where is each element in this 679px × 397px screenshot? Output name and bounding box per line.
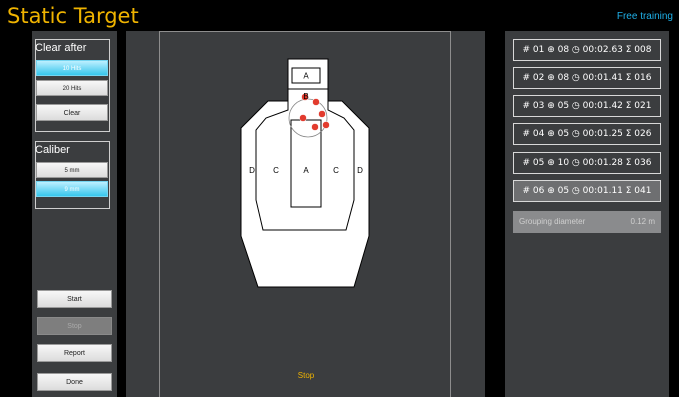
grouping-diameter-box: Grouping diameter 0.12 m — [513, 211, 661, 233]
silhouette-target[interactable]: A B A C C D D — [160, 32, 452, 372]
clear-after-20-hits-button[interactable]: 20 Hits — [36, 80, 108, 96]
control-panel: Clear after 10 Hits 20 Hits Clear Calibe… — [32, 31, 117, 397]
hit-marker — [299, 114, 307, 122]
results-panel: # 01 ⊕ 08 ◷ 00:02.63 Σ 008 # 02 ⊕ 08 ◷ 0… — [505, 31, 669, 397]
shot-row[interactable]: # 05 ⊕ 10 ◷ 00:01.28 Σ 036 — [513, 152, 661, 174]
clear-button[interactable]: Clear — [36, 104, 108, 121]
app-title: Static Target — [7, 4, 139, 28]
clear-after-10-hits-button[interactable]: 10 Hits — [36, 60, 108, 76]
hit-marker — [318, 110, 326, 118]
target-frame: A B A C C D D Stop — [159, 31, 451, 397]
caliber-5mm-button[interactable]: 5 mm — [36, 162, 108, 178]
grouping-diameter-value: 0.12 m — [630, 217, 655, 226]
report-button[interactable]: Report — [37, 344, 112, 362]
zone-label-d-right: D — [357, 166, 363, 175]
caliber-title: Caliber — [35, 144, 70, 156]
free-training-link[interactable]: Free training — [617, 11, 673, 22]
start-button[interactable]: Start — [37, 290, 112, 308]
target-area: A B A C C D D Stop — [126, 31, 485, 397]
target-status-stop: Stop — [297, 371, 315, 380]
zone-label-a-head: A — [303, 72, 309, 81]
zone-label-b: B — [303, 92, 308, 101]
caliber-9mm-button[interactable]: 9 mm — [36, 181, 108, 197]
clear-after-title: Clear after — [35, 42, 87, 54]
shot-row[interactable]: # 03 ⊕ 05 ◷ 00:01.42 Σ 021 — [513, 95, 661, 117]
shot-row[interactable]: # 02 ⊕ 08 ◷ 00:01.41 Σ 016 — [513, 67, 661, 89]
hit-marker — [322, 121, 330, 129]
zone-label-c-right: C — [333, 166, 339, 175]
zone-label-a: A — [303, 166, 309, 175]
hit-marker — [311, 123, 319, 131]
grouping-diameter-label: Grouping diameter — [519, 217, 586, 226]
zone-label-c-left: C — [273, 166, 279, 175]
shot-row[interactable]: # 04 ⊕ 05 ◷ 00:01.25 Σ 026 — [513, 123, 661, 145]
zone-label-d-left: D — [249, 166, 255, 175]
done-button[interactable]: Done — [37, 373, 112, 391]
shot-row[interactable]: # 01 ⊕ 08 ◷ 00:02.63 Σ 008 — [513, 39, 661, 61]
hit-marker — [312, 98, 320, 106]
shot-row-selected[interactable]: # 06 ⊕ 05 ◷ 00:01.11 Σ 041 — [513, 180, 661, 202]
stop-button[interactable]: Stop — [37, 317, 112, 335]
